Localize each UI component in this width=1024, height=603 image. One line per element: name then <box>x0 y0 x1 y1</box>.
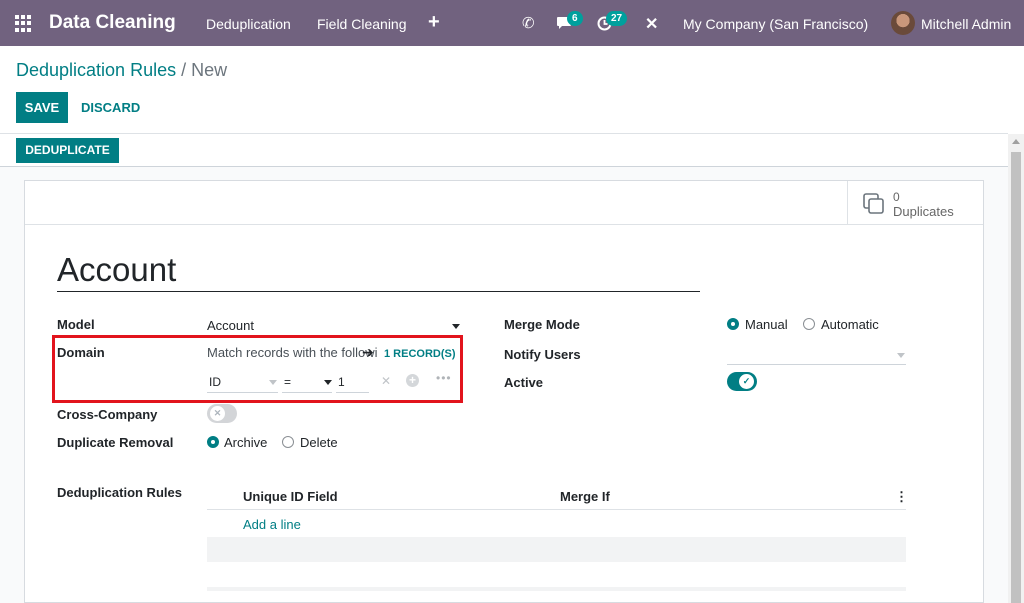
table-row <box>207 537 906 562</box>
add-line-row: Add a line <box>207 511 906 537</box>
removal-archive-label[interactable]: Archive <box>224 435 267 450</box>
toggle-off-icon: ✕ <box>210 406 225 421</box>
table-row <box>207 587 906 591</box>
form-statusbar <box>0 134 1008 167</box>
highlight-annotation-box <box>52 335 463 403</box>
dedup-rules-label: Deduplication Rules <box>57 485 182 500</box>
apps-menu-icon[interactable] <box>15 15 32 32</box>
save-button[interactable]: SAVE <box>16 92 68 123</box>
deduplicate-button[interactable]: DEDUPLICATE <box>16 138 119 163</box>
rules-table-header: Unique ID Field Merge If ⋮ <box>207 483 908 510</box>
removal-archive-radio[interactable] <box>207 436 219 448</box>
optional-columns-icon[interactable]: ⋮ <box>895 489 908 505</box>
active-toggle[interactable]: ✓ <box>727 372 757 391</box>
scrollbar-thumb[interactable] <box>1011 152 1021 603</box>
add-line-link[interactable]: Add a line <box>243 517 301 532</box>
chat-count-badge: 6 <box>567 11 583 26</box>
merge-manual-label[interactable]: Manual <box>745 317 788 332</box>
vertical-scrollbar[interactable] <box>1008 134 1024 603</box>
merge-manual-radio[interactable] <box>727 318 739 330</box>
cross-company-label: Cross-Company <box>57 407 158 422</box>
notify-users-label: Notify Users <box>504 347 581 362</box>
plus-menu-icon[interactable]: + <box>428 11 440 34</box>
duplicates-smart-button[interactable]: 0 Duplicates <box>847 181 985 225</box>
menu-deduplication[interactable]: Deduplication <box>206 16 291 32</box>
removal-delete-radio[interactable] <box>282 436 294 448</box>
cross-company-toggle[interactable]: ✕ <box>207 404 237 423</box>
app-name[interactable]: Data Cleaning <box>49 12 176 34</box>
column-merge-if[interactable]: Merge If <box>560 489 610 504</box>
merge-automatic-label[interactable]: Automatic <box>821 317 879 332</box>
user-menu[interactable]: Mitchell Admin <box>921 16 1011 32</box>
breadcrumb-parent[interactable]: Deduplication Rules <box>16 60 176 80</box>
duplicates-label: Duplicates <box>893 204 954 219</box>
model-select[interactable]: Account <box>207 318 254 333</box>
column-unique-id-field[interactable]: Unique ID Field <box>243 489 338 504</box>
smart-button-box: 0 Duplicates <box>25 181 983 225</box>
activity-count-badge: 27 <box>606 11 628 26</box>
merge-automatic-radio[interactable] <box>803 318 815 330</box>
breadcrumb: Deduplication Rules / New <box>16 60 227 81</box>
menu-field-cleaning[interactable]: Field Cleaning <box>317 16 407 32</box>
debug-tools-icon[interactable]: ✕ <box>645 14 658 34</box>
toggle-on-icon: ✓ <box>739 374 754 389</box>
duplicate-removal-label: Duplicate Removal <box>57 435 174 450</box>
table-row <box>207 562 906 587</box>
discard-button[interactable]: DISCARD <box>81 100 140 115</box>
active-label: Active <box>504 375 544 390</box>
merge-mode-label: Merge Mode <box>504 317 580 332</box>
user-avatar[interactable] <box>891 11 915 35</box>
breadcrumb-separator: / <box>181 60 187 80</box>
copy-icon <box>863 193 884 214</box>
phone-icon[interactable]: ✆ <box>522 14 535 32</box>
company-switcher[interactable]: My Company (San Francisco) <box>683 16 868 32</box>
scroll-up-arrow-icon[interactable] <box>1012 139 1020 144</box>
notify-users-input[interactable] <box>727 364 906 365</box>
model-label: Model <box>57 317 95 332</box>
notify-users-caret-icon[interactable] <box>897 353 905 358</box>
model-dropdown-caret-icon[interactable] <box>452 324 460 329</box>
breadcrumb-current: New <box>191 60 228 80</box>
duplicates-count: 0 <box>893 190 900 204</box>
removal-delete-label[interactable]: Delete <box>300 435 338 450</box>
top-navbar: Data Cleaning Deduplication Field Cleani… <box>0 0 1024 46</box>
rule-name-input[interactable]: Account <box>57 252 700 292</box>
